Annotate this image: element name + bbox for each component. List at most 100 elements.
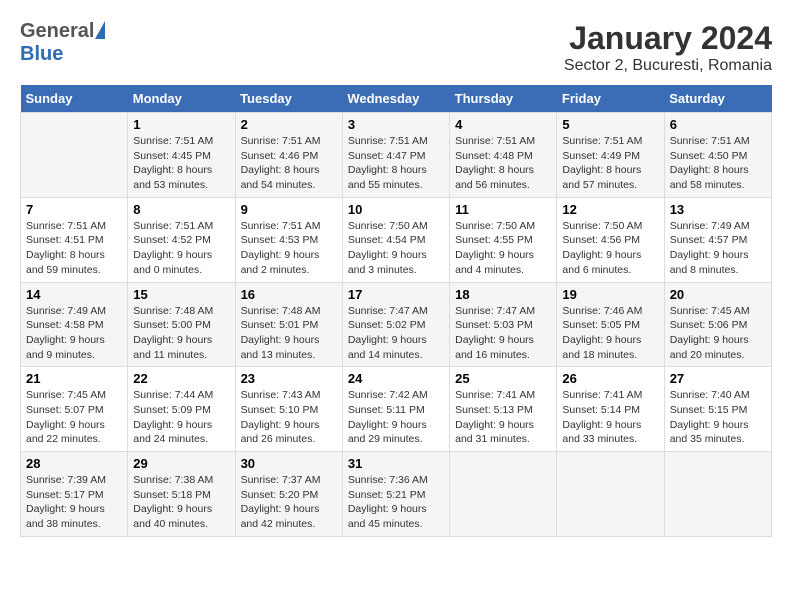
calendar-cell: 5Sunrise: 7:51 AMSunset: 4:49 PMDaylight… (557, 113, 664, 198)
calendar-cell: 8 Sunrise: 7:51 AMSunset: 4:52 PMDaylight… (128, 197, 235, 282)
day-info: Sunrise: 7:38 AMSunset: 5:18 PMDaylight:… (133, 473, 229, 532)
calendar-subtitle: Sector 2, Bucuresti, Romania (564, 57, 772, 75)
day-number: 12 (562, 202, 658, 217)
calendar-cell (21, 113, 128, 198)
day-info: Sunrise: 7:48 AMSunset: 5:00 PMDaylight:… (133, 304, 229, 363)
weekday-header-tuesday: Tuesday (235, 85, 342, 113)
day-number: 18 (455, 287, 551, 302)
day-info: Sunrise: 7:51 AMSunset: 4:45 PMDaylight:… (133, 134, 229, 193)
weekday-header-row: SundayMondayTuesdayWednesdayThursdayFrid… (21, 85, 772, 113)
weekday-header-thursday: Thursday (450, 85, 557, 113)
calendar-cell: 4 Sunrise: 7:51 AMSunset: 4:48 PMDaylight… (450, 113, 557, 198)
day-number: 20 (670, 287, 766, 302)
weekday-header-sunday: Sunday (21, 85, 128, 113)
day-number: 10 (348, 202, 444, 217)
day-number: 16 (241, 287, 337, 302)
day-number: 23 (241, 371, 337, 386)
day-number: 2 (241, 117, 337, 132)
calendar-cell (557, 452, 664, 537)
calendar-cell: 15 Sunrise: 7:48 AMSunset: 5:00 PMDayligh… (128, 282, 235, 367)
week-row-3: 14Sunrise: 7:49 AMSunset: 4:58 PMDayligh… (21, 282, 772, 367)
calendar-cell: 6 Sunrise: 7:51 AMSunset: 4:50 PMDaylight… (664, 113, 771, 198)
weekday-header-friday: Friday (557, 85, 664, 113)
day-number: 22 (133, 371, 229, 386)
day-info: Sunrise: 7:50 AMSunset: 4:55 PMDaylight:… (455, 219, 551, 278)
calendar-cell: 14Sunrise: 7:49 AMSunset: 4:58 PMDayligh… (21, 282, 128, 367)
day-info: Sunrise: 7:49 AMSunset: 4:58 PMDaylight:… (26, 304, 122, 363)
day-info: Sunrise: 7:51 AMSunset: 4:50 PMDaylight:… (670, 134, 766, 193)
calendar-cell: 27 Sunrise: 7:40 AMSunset: 5:15 PMDayligh… (664, 367, 771, 452)
day-info: Sunrise: 7:41 AMSunset: 5:14 PMDaylight:… (562, 388, 658, 447)
day-info: Sunrise: 7:43 AMSunset: 5:10 PMDaylight:… (241, 388, 337, 447)
day-info: Sunrise: 7:36 AMSunset: 5:21 PMDaylight:… (348, 473, 444, 532)
logo-triangle-icon (95, 21, 105, 39)
day-info: Sunrise: 7:51 AMSunset: 4:48 PMDaylight:… (455, 134, 551, 193)
day-info: Sunrise: 7:40 AMSunset: 5:15 PMDaylight:… (670, 388, 766, 447)
day-info: Sunrise: 7:42 AMSunset: 5:11 PMDaylight:… (348, 388, 444, 447)
day-info: Sunrise: 7:47 AMSunset: 5:03 PMDaylight:… (455, 304, 551, 363)
calendar-cell: 10 Sunrise: 7:50 AMSunset: 4:54 PMDayligh… (342, 197, 449, 282)
calendar-cell: 21 Sunrise: 7:45 AMSunset: 5:07 PMDayligh… (21, 367, 128, 452)
day-info: Sunrise: 7:51 AMSunset: 4:46 PMDaylight:… (241, 134, 337, 193)
calendar-cell: 13Sunrise: 7:49 AMSunset: 4:57 PMDayligh… (664, 197, 771, 282)
calendar-cell: 25 Sunrise: 7:41 AMSunset: 5:13 PMDayligh… (450, 367, 557, 452)
calendar-cell: 29 Sunrise: 7:38 AMSunset: 5:18 PMDayligh… (128, 452, 235, 537)
day-number: 17 (348, 287, 444, 302)
calendar-cell: 28Sunrise: 7:39 AMSunset: 5:17 PMDayligh… (21, 452, 128, 537)
title-block: January 2024 Sector 2, Bucuresti, Romani… (564, 20, 772, 75)
day-number: 5 (562, 117, 658, 132)
day-info: Sunrise: 7:51 AMSunset: 4:47 PMDaylight:… (348, 134, 444, 193)
day-number: 3 (348, 117, 444, 132)
day-info: Sunrise: 7:49 AMSunset: 4:57 PMDaylight:… (670, 219, 766, 278)
logo-blue-text: Blue (20, 43, 63, 65)
day-number: 30 (241, 456, 337, 471)
calendar-cell: 20 Sunrise: 7:45 AMSunset: 5:06 PMDayligh… (664, 282, 771, 367)
day-info: Sunrise: 7:37 AMSunset: 5:20 PMDaylight:… (241, 473, 337, 532)
day-number: 7 (26, 202, 122, 217)
day-number: 21 (26, 371, 122, 386)
logo-general-text: General (20, 20, 94, 43)
day-info: Sunrise: 7:51 AMSunset: 4:53 PMDaylight:… (241, 219, 337, 278)
calendar-cell: 3 Sunrise: 7:51 AMSunset: 4:47 PMDaylight… (342, 113, 449, 198)
calendar-cell: 16 Sunrise: 7:48 AMSunset: 5:01 PMDayligh… (235, 282, 342, 367)
calendar-cell: 11 Sunrise: 7:50 AMSunset: 4:55 PMDayligh… (450, 197, 557, 282)
day-number: 25 (455, 371, 551, 386)
day-number: 6 (670, 117, 766, 132)
day-number: 8 (133, 202, 229, 217)
calendar-cell (664, 452, 771, 537)
week-row-4: 21 Sunrise: 7:45 AMSunset: 5:07 PMDayligh… (21, 367, 772, 452)
day-number: 29 (133, 456, 229, 471)
day-info: Sunrise: 7:46 AMSunset: 5:05 PMDaylight:… (562, 304, 658, 363)
day-info: Sunrise: 7:50 AMSunset: 4:54 PMDaylight:… (348, 219, 444, 278)
calendar-cell: 12 Sunrise: 7:50 AMSunset: 4:56 PMDayligh… (557, 197, 664, 282)
day-number: 28 (26, 456, 122, 471)
calendar-cell: 1 Sunrise: 7:51 AMSunset: 4:45 PMDaylight… (128, 113, 235, 198)
calendar-cell: 26Sunrise: 7:41 AMSunset: 5:14 PMDayligh… (557, 367, 664, 452)
day-number: 19 (562, 287, 658, 302)
weekday-header-wednesday: Wednesday (342, 85, 449, 113)
week-row-5: 28Sunrise: 7:39 AMSunset: 5:17 PMDayligh… (21, 452, 772, 537)
day-number: 1 (133, 117, 229, 132)
day-info: Sunrise: 7:48 AMSunset: 5:01 PMDaylight:… (241, 304, 337, 363)
calendar-cell: 17 Sunrise: 7:47 AMSunset: 5:02 PMDayligh… (342, 282, 449, 367)
calendar-title: January 2024 (564, 20, 772, 57)
day-info: Sunrise: 7:44 AMSunset: 5:09 PMDaylight:… (133, 388, 229, 447)
day-number: 27 (670, 371, 766, 386)
calendar-cell: 18 Sunrise: 7:47 AMSunset: 5:03 PMDayligh… (450, 282, 557, 367)
calendar-cell: 2 Sunrise: 7:51 AMSunset: 4:46 PMDaylight… (235, 113, 342, 198)
day-number: 9 (241, 202, 337, 217)
day-number: 15 (133, 287, 229, 302)
calendar-cell: 22 Sunrise: 7:44 AMSunset: 5:09 PMDayligh… (128, 367, 235, 452)
page-header: General Blue January 2024 Sector 2, Bucu… (20, 20, 772, 75)
week-row-1: 1 Sunrise: 7:51 AMSunset: 4:45 PMDaylight… (21, 113, 772, 198)
day-info: Sunrise: 7:45 AMSunset: 5:07 PMDaylight:… (26, 388, 122, 447)
day-info: Sunrise: 7:47 AMSunset: 5:02 PMDaylight:… (348, 304, 444, 363)
day-info: Sunrise: 7:45 AMSunset: 5:06 PMDaylight:… (670, 304, 766, 363)
weekday-header-saturday: Saturday (664, 85, 771, 113)
day-info: Sunrise: 7:41 AMSunset: 5:13 PMDaylight:… (455, 388, 551, 447)
weekday-header-monday: Monday (128, 85, 235, 113)
day-info: Sunrise: 7:51 AMSunset: 4:52 PMDaylight:… (133, 219, 229, 278)
day-number: 11 (455, 202, 551, 217)
day-info: Sunrise: 7:50 AMSunset: 4:56 PMDaylight:… (562, 219, 658, 278)
day-number: 4 (455, 117, 551, 132)
